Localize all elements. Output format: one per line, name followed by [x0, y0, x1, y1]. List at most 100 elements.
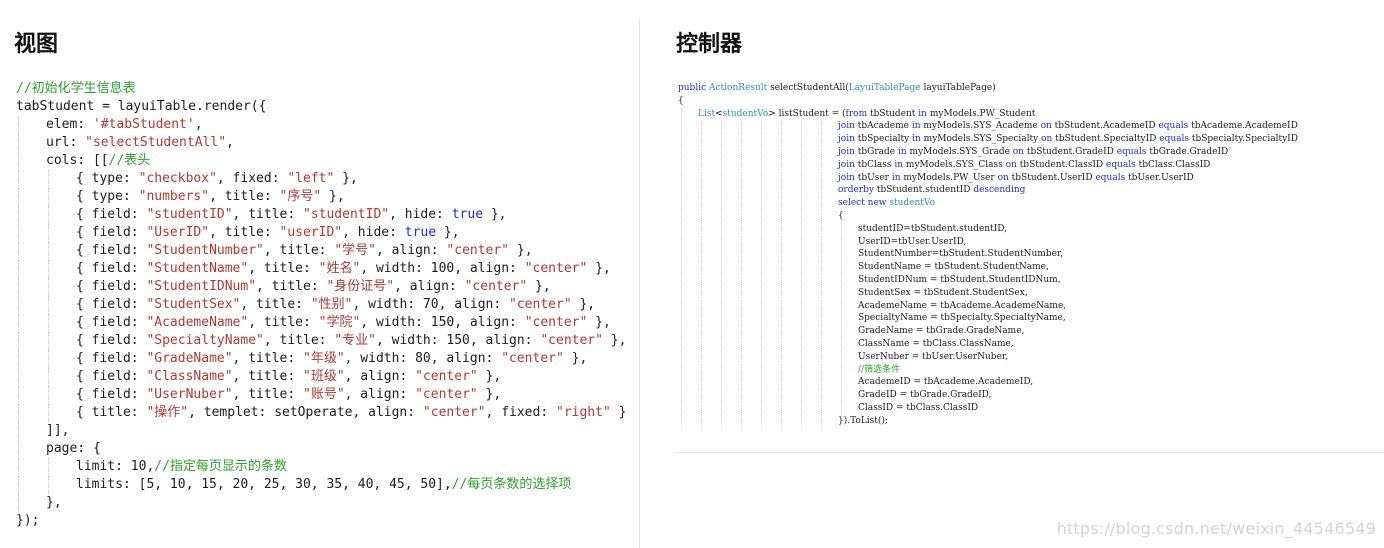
- view-code-block: //初始化学生信息表 tabStudent = layuiTable.render…: [16, 80, 636, 530]
- code-line: { field: "StudentSex", title: "性别", widt…: [16, 296, 636, 314]
- code-line: StudentNumber=tbStudent.StudentNumber,: [678, 248, 1378, 262]
- indent-guide: [781, 414, 782, 428]
- code-token: , hide:: [342, 225, 405, 240]
- indent-guide: [841, 312, 842, 326]
- code-token: in: [894, 159, 904, 170]
- code-token: tbAcademe: [854, 121, 912, 132]
- code-line: public ActionResult selectStudentAll(Lay…: [678, 82, 1378, 95]
- indent-guide: [841, 273, 842, 287]
- code-token: },: [571, 297, 596, 312]
- code-token: selectStudentAll(: [767, 83, 849, 93]
- indent-guide: [18, 422, 19, 440]
- indent-guide: [681, 197, 682, 210]
- code-token: tbAcademe.AcademeID: [1188, 121, 1298, 132]
- code-line: { title: "操作", templet: setOperate, alig…: [16, 404, 636, 422]
- controller-panel: 控制器 public ActionResult selectStudentAll…: [640, 0, 1384, 548]
- indent-guide: [761, 299, 762, 313]
- code-token: myModels.PW_User: [900, 172, 998, 183]
- code-line: join tbAcademe in myModels.SYS_Academe o…: [678, 120, 1378, 134]
- indent-guide: [821, 273, 822, 287]
- code-token: elem:: [46, 117, 93, 132]
- code-token: equals: [1095, 172, 1126, 183]
- indent-guide: [801, 273, 802, 287]
- code-token: {: [678, 95, 684, 106]
- code-token: join: [838, 146, 855, 157]
- code-line: AcademeID = tbAcademe.AcademeID,: [678, 376, 1378, 390]
- indent-guide: [48, 314, 49, 332]
- code-token: },: [477, 387, 502, 402]
- code-token: GradeID = tbGrade.GradeID,: [858, 390, 992, 401]
- code-token: "StudentIDNum": [146, 279, 257, 294]
- code-token: "center": [524, 261, 588, 276]
- indent-guide: [781, 337, 782, 351]
- indent-guide: [781, 133, 782, 146]
- indent-guide: [18, 350, 19, 368]
- indent-guide: [841, 248, 842, 262]
- indent-guide: [18, 242, 19, 260]
- code-token: "center": [524, 315, 588, 330]
- indent-guide: [781, 120, 782, 134]
- code-token: myModels.SYS_Specialty: [920, 134, 1042, 145]
- code-token: in: [918, 108, 927, 119]
- indent-guide: [721, 286, 722, 300]
- code-token: "left": [287, 171, 335, 186]
- code-token: , templet: setOperate, align:: [188, 405, 423, 420]
- code-token: "AcademeName": [146, 315, 249, 330]
- code-line: elem: '#tabStudent',: [16, 116, 636, 134]
- code-token: limit: 10,: [76, 459, 155, 474]
- indent-guide: [681, 209, 682, 223]
- indent-guide: [741, 171, 742, 185]
- indent-guide: [48, 404, 49, 422]
- indent-guide: [821, 158, 822, 172]
- code-token: "center": [540, 333, 603, 348]
- code-token: myModels.SYS_Grade: [906, 146, 1013, 157]
- indent-guide: [761, 414, 762, 428]
- code-token: , title:: [240, 297, 311, 312]
- indent-guide: [681, 158, 682, 172]
- indent-guide: [841, 299, 842, 313]
- code-token: "center": [422, 405, 486, 420]
- indent-guide: [821, 171, 822, 185]
- code-token: "selectStudentAll": [85, 135, 227, 150]
- code-token: UserID=tbUser.UserID,: [858, 236, 967, 247]
- indent-guide: [48, 476, 49, 494]
- code-token: ,: [226, 135, 234, 150]
- indent-guide: [821, 312, 822, 326]
- indent-guide: [841, 376, 842, 390]
- indent-guide: [801, 261, 802, 274]
- code-token: on: [1012, 146, 1024, 157]
- indent-guide: [18, 260, 19, 278]
- indent-guide: [18, 476, 19, 494]
- code-token: in: [891, 172, 901, 183]
- code-token: { field:: [76, 297, 147, 312]
- view-heading: 视图: [14, 32, 59, 57]
- code-token: , fixed:: [216, 171, 288, 186]
- indent-guide: [741, 350, 742, 364]
- indent-guide: [801, 197, 802, 210]
- indent-guide: [801, 120, 802, 134]
- indent-guide: [841, 401, 842, 415]
- indent-guide: [721, 325, 722, 338]
- indent-guide: [781, 209, 782, 223]
- code-token: tbUser.UserID: [1125, 172, 1194, 183]
- indent-guide: [781, 401, 782, 415]
- indent-guide: [701, 120, 702, 134]
- code-token: studentVo: [889, 198, 935, 209]
- code-token: , align:: [394, 279, 465, 294]
- code-line: ]],: [16, 422, 636, 440]
- indent-guide: [841, 389, 842, 402]
- code-token: , title:: [263, 333, 335, 348]
- code-token: layuiTablePage): [920, 83, 996, 93]
- code-line: { field: "AcademeName", title: "学院", wid…: [16, 314, 636, 332]
- indent-guide: [801, 376, 802, 390]
- indent-guide: [821, 235, 822, 249]
- code-token: equals: [1159, 134, 1190, 145]
- code-token: "studentID": [146, 207, 233, 222]
- controller-heading: 控制器: [676, 32, 743, 57]
- indent-guide: [681, 235, 682, 249]
- indent-guide: [721, 197, 722, 210]
- code-token: in: [912, 134, 921, 145]
- code-token: AcademeName = tbAcademe.AcademeName,: [858, 300, 1067, 311]
- indent-guide: [18, 296, 19, 314]
- indent-guide: [761, 209, 762, 223]
